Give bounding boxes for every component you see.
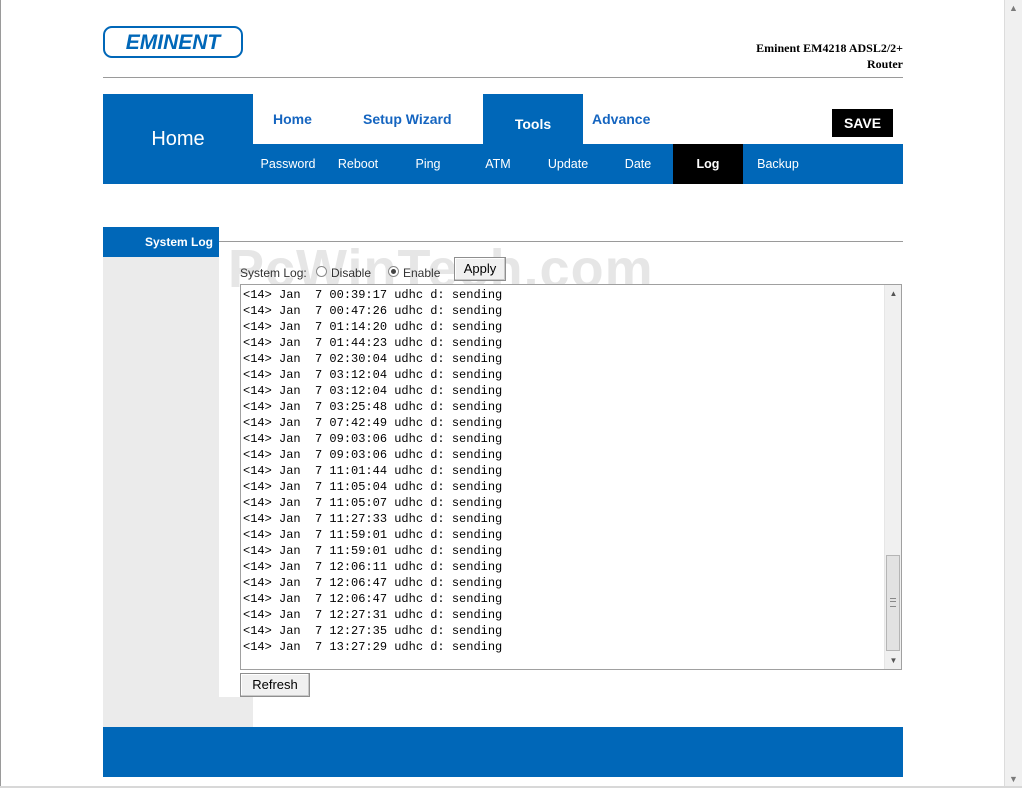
scroll-thumb[interactable] [886, 555, 900, 651]
log-line: <14> Jan 7 00:47:26 udhc d: sending [243, 304, 503, 318]
log-line: <14> Jan 7 11:59:01 udhc d: sending [243, 528, 503, 542]
subtab-backup[interactable]: Backup [743, 144, 813, 184]
subtab-date[interactable]: Date [603, 144, 673, 184]
grip-icon [890, 598, 896, 607]
sub-nav-bar: Password Reboot Ping ATM Update Date Log… [253, 144, 903, 184]
log-line: <14> Jan 7 12:06:11 udhc d: sending [243, 560, 503, 574]
log-line: <14> Jan 7 11:59:01 udhc d: sending [243, 544, 503, 558]
section-title: Home [151, 128, 205, 150]
page-scroll-up-icon[interactable]: ▲ [1005, 0, 1022, 17]
logo-text: EMINENT [126, 31, 223, 54]
log-line: <14> Jan 7 09:03:06 udhc d: sending [243, 448, 503, 462]
tab-home[interactable]: Home [273, 94, 333, 144]
scroll-down-arrow-icon[interactable]: ▼ [885, 652, 901, 669]
log-line: <14> Jan 7 09:03:06 udhc d: sending [243, 432, 503, 446]
log-lines: <14> Jan 7 00:39:17 udhc d: sending <14> … [243, 287, 531, 655]
model-line-1: Eminent EM4218 ADSL2/2+ [756, 41, 903, 55]
subtab-reboot[interactable]: Reboot [323, 144, 393, 184]
log-line: <14> Jan 7 11:27:33 udhc d: sending [243, 512, 503, 526]
save-button[interactable]: SAVE [832, 109, 893, 137]
apply-button[interactable]: Apply [454, 257, 506, 281]
system-log-label: System Log: [240, 266, 307, 280]
log-line: <14> Jan 7 12:27:35 udhc d: sending [243, 624, 503, 638]
subtab-ping[interactable]: Ping [393, 144, 463, 184]
disable-label: Disable [331, 266, 372, 280]
log-line: <14> Jan 7 12:06:47 udhc d: sending [243, 592, 503, 606]
tab-tools[interactable]: Tools [483, 94, 583, 144]
log-line: <14> Jan 7 00:39:17 udhc d: sending [243, 288, 503, 302]
refresh-button[interactable]: Refresh [240, 673, 310, 697]
router-model: Eminent EM4218 ADSL2/2+ Router [756, 40, 903, 72]
log-line: <14> Jan 7 01:44:23 udhc d: sending [243, 336, 503, 350]
log-textarea[interactable]: <14> Jan 7 00:39:17 udhc d: sending <14> … [240, 284, 902, 670]
log-line: <14> Jan 7 12:06:47 udhc d: sending [243, 576, 503, 590]
eminent-logo: EMINENT [103, 26, 243, 58]
sidebar-title: System Log [103, 227, 219, 257]
log-line: <14> Jan 7 13:27:29 udhc d: sending [243, 640, 503, 654]
log-line: <14> Jan 7 03:12:04 udhc d: sending [243, 384, 503, 398]
log-line: <14> Jan 7 03:12:04 udhc d: sending [243, 368, 503, 382]
disable-radio[interactable] [316, 266, 327, 277]
log-line: <14> Jan 7 01:14:20 udhc d: sending [243, 320, 503, 334]
log-line: <14> Jan 7 11:05:04 udhc d: sending [243, 480, 503, 494]
model-line-2: Router [867, 57, 903, 71]
enable-label: Enable [403, 266, 441, 280]
page-scrollbar[interactable]: ▲ ▼ [1004, 0, 1022, 788]
content-divider [219, 241, 903, 242]
log-line: <14> Jan 7 11:01:44 udhc d: sending [243, 464, 503, 478]
log-scrollbar[interactable]: ▲ ▼ [884, 285, 901, 669]
log-line: <14> Jan 7 07:42:49 udhc d: sending [243, 416, 503, 430]
log-line: <14> Jan 7 12:27:31 udhc d: sending [243, 608, 503, 622]
footer-bar [103, 727, 903, 777]
scroll-up-arrow-icon[interactable]: ▲ [885, 285, 901, 302]
log-line: <14> Jan 7 02:30:04 udhc d: sending [243, 352, 503, 366]
log-line: <14> Jan 7 11:05:07 udhc d: sending [243, 496, 503, 510]
section-title-block: Home [103, 94, 253, 184]
subtab-password[interactable]: Password [253, 144, 323, 184]
subtab-update[interactable]: Update [533, 144, 603, 184]
subtab-atm[interactable]: ATM [463, 144, 533, 184]
header-divider [103, 77, 903, 78]
log-line: <14> Jan 7 03:25:48 udhc d: sending [243, 400, 503, 414]
window-frame-left [0, 0, 1, 788]
enable-radio[interactable] [388, 266, 399, 277]
tab-setup-wizard[interactable]: Setup Wizard [363, 94, 463, 144]
subtab-log[interactable]: Log [673, 144, 743, 184]
tab-advance[interactable]: Advance [592, 94, 672, 144]
